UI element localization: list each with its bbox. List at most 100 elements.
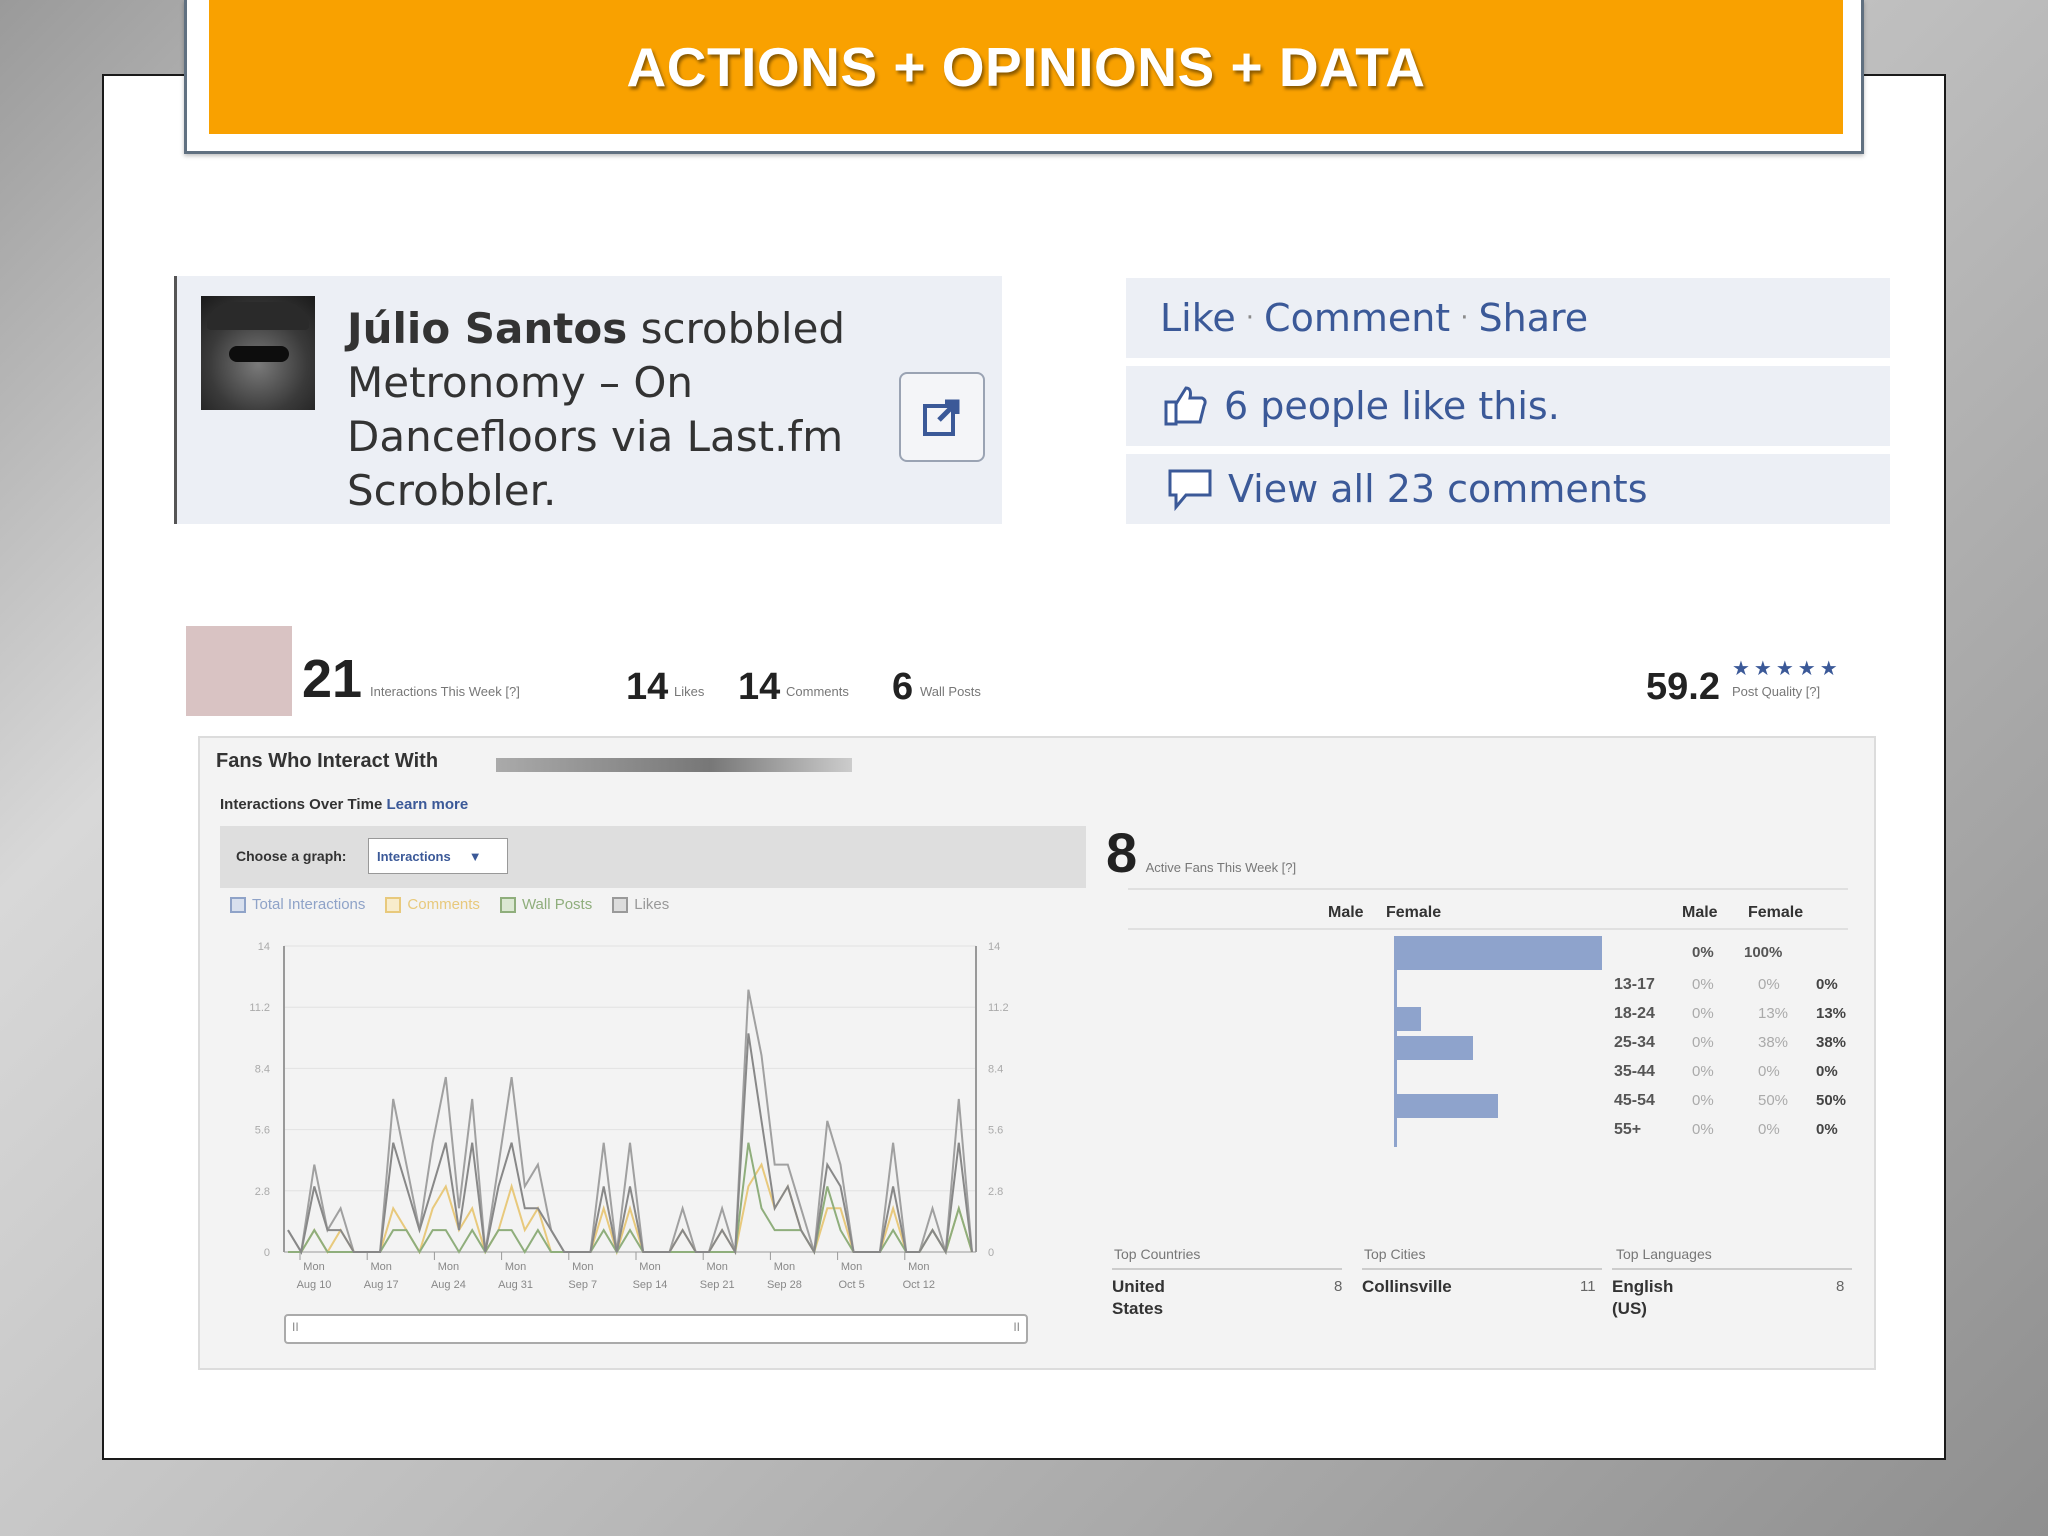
female-pct: 0% <box>1758 1121 1780 1138</box>
female-pct: 0% <box>1758 1063 1780 1080</box>
comments-label: Comments <box>786 684 849 699</box>
y-tick-label-right: 11.2 <box>988 1002 1009 1014</box>
male-header-left: Male <box>1328 904 1364 921</box>
active-fans-count: 8 <box>1106 821 1138 884</box>
like-link[interactable]: Like <box>1160 296 1236 340</box>
female-total-pct: 100% <box>1744 944 1783 961</box>
post-quality-score: 59.2 <box>1646 666 1720 708</box>
x-tick-label: Mon <box>639 1261 660 1273</box>
age-bar <box>1394 1094 1498 1118</box>
legend-comments-label: Comments <box>407 896 480 913</box>
learn-more-link[interactable]: Learn more <box>386 796 468 813</box>
age-bar <box>1394 978 1397 1002</box>
insights-panel: Fans Who Interact With Interactions Over… <box>198 736 1876 1370</box>
y-tick-label-right: 0 <box>988 1247 994 1259</box>
scroll-left-handle[interactable]: II <box>292 1320 299 1334</box>
legend-total-label: Total Interactions <box>252 896 366 913</box>
timeline-scrollbar[interactable]: II II <box>284 1314 1028 1344</box>
age-bar <box>1394 1065 1397 1089</box>
x-tick-label: Sep 28 <box>767 1279 802 1291</box>
comment-link[interactable]: Comment <box>1264 296 1450 340</box>
legend-wall-posts[interactable]: Wall Posts <box>499 896 592 913</box>
x-tick-label: Aug 17 <box>364 1279 399 1291</box>
comments-count: 14 <box>738 666 781 708</box>
x-tick-label: Mon <box>706 1261 727 1273</box>
blurred-page-name <box>496 758 852 772</box>
male-pct: 0% <box>1692 1092 1714 1109</box>
x-tick-label: Mon <box>572 1261 593 1273</box>
story-line-3: Dancefloors via Last.fm <box>347 412 844 461</box>
age-group-label: 18-24 <box>1614 1005 1655 1022</box>
likes-label: Likes <box>674 684 705 699</box>
y-tick-label-right: 2.8 <box>988 1186 1003 1198</box>
scroll-right-handle[interactable]: II <box>1013 1320 1020 1334</box>
external-link-icon <box>923 399 960 436</box>
female-header-left: Female <box>1386 904 1442 921</box>
series-line-comments <box>288 1162 973 1256</box>
likes-count: 14 <box>626 666 669 708</box>
total-pct: 0% <box>1816 976 1838 993</box>
x-tick-label: Oct 5 <box>838 1279 864 1291</box>
female-pct: 38% <box>1758 1034 1789 1051</box>
page-thumbnail <box>186 626 292 716</box>
total-pct: 38% <box>1816 1034 1847 1051</box>
y-tick-label-right: 8.4 <box>988 1063 1003 1075</box>
female-pct: 13% <box>1758 1005 1789 1022</box>
top-country: United States <box>1112 1277 1165 1318</box>
graph-select-value: Interactions <box>377 848 451 864</box>
y-tick-label: 8.4 <box>255 1063 270 1075</box>
male-pct: 0% <box>1692 1121 1714 1138</box>
age-group-label: 25-34 <box>1614 1034 1655 1051</box>
top-countries-label: Top Countries <box>1114 1246 1201 1262</box>
male-header-right: Male <box>1682 904 1718 921</box>
age-group-label: 45-54 <box>1614 1092 1655 1109</box>
total-pct: 0% <box>1816 1063 1838 1080</box>
graph-select[interactable]: Interactions ▼ <box>368 838 508 874</box>
sunglasses-shape <box>229 346 289 362</box>
likes-count-link[interactable]: 6 people like this. <box>1224 384 1560 428</box>
age-group-label: 55+ <box>1614 1121 1642 1138</box>
post-quality-label[interactable]: Post Quality [?] <box>1732 684 1820 699</box>
chevron-down-icon: ▼ <box>468 848 482 864</box>
story-user-name[interactable]: Júlio Santos <box>347 304 627 353</box>
x-tick-label: Mon <box>370 1261 391 1273</box>
male-pct: 0% <box>1692 1034 1714 1051</box>
thumbs-up-icon <box>1164 386 1207 426</box>
avatar[interactable] <box>201 296 315 410</box>
external-share-button[interactable] <box>899 372 985 462</box>
y-tick-label: 0 <box>264 1247 270 1259</box>
y-tick-label: 14 <box>258 941 270 953</box>
legend-total[interactable]: Total Interactions <box>230 896 365 913</box>
story-text: Júlio Santos scrobbled Metronomy – On Da… <box>347 302 887 518</box>
choose-graph-label: Choose a graph: <box>236 848 347 864</box>
age-bar <box>1394 1007 1422 1031</box>
likes-row: 6 people like this. <box>1126 366 1890 446</box>
x-tick-label: Mon <box>841 1261 862 1273</box>
age-group-label: 35-44 <box>1614 1063 1655 1080</box>
interactions-line-chart: 0 0 2.8 2.8 5.6 5.6 8.4 8.4 11.2 11.2 14 14 Mon Aug 1… <box>249 941 1009 1291</box>
interactions-label: Interactions This Week [?] <box>370 684 520 699</box>
divider <box>1612 1268 1852 1270</box>
y-tick-label: 11.2 <box>249 1002 270 1014</box>
wall-posts-label: Wall Posts <box>920 684 981 699</box>
x-tick-label: Mon <box>438 1261 459 1273</box>
legend-likes[interactable]: Likes <box>612 896 669 913</box>
age-group-label: 13-17 <box>1614 976 1655 993</box>
insights-title: Fans Who Interact With <box>216 750 439 772</box>
top-city: Collinsville <box>1362 1277 1452 1296</box>
hat-shape <box>207 302 309 330</box>
share-link[interactable]: Share <box>1478 296 1588 340</box>
female-pct: 50% <box>1758 1092 1789 1109</box>
divider <box>1128 928 1848 930</box>
view-comments-link[interactable]: View all 23 comments <box>1228 467 1648 511</box>
divider <box>1362 1268 1602 1270</box>
x-tick-label: Aug 10 <box>297 1279 332 1291</box>
x-tick-label: Aug 24 <box>431 1279 466 1291</box>
divider <box>1128 888 1848 890</box>
x-tick-label: Mon <box>303 1261 324 1273</box>
male-total-pct: 0% <box>1692 944 1714 961</box>
legend-comments[interactable]: Comments <box>385 896 480 913</box>
chart-legend: Total Interactions Comments Wall Posts L… <box>230 896 669 913</box>
x-tick-label: Sep 14 <box>633 1279 668 1291</box>
story-verb: scrobbled <box>640 304 846 353</box>
